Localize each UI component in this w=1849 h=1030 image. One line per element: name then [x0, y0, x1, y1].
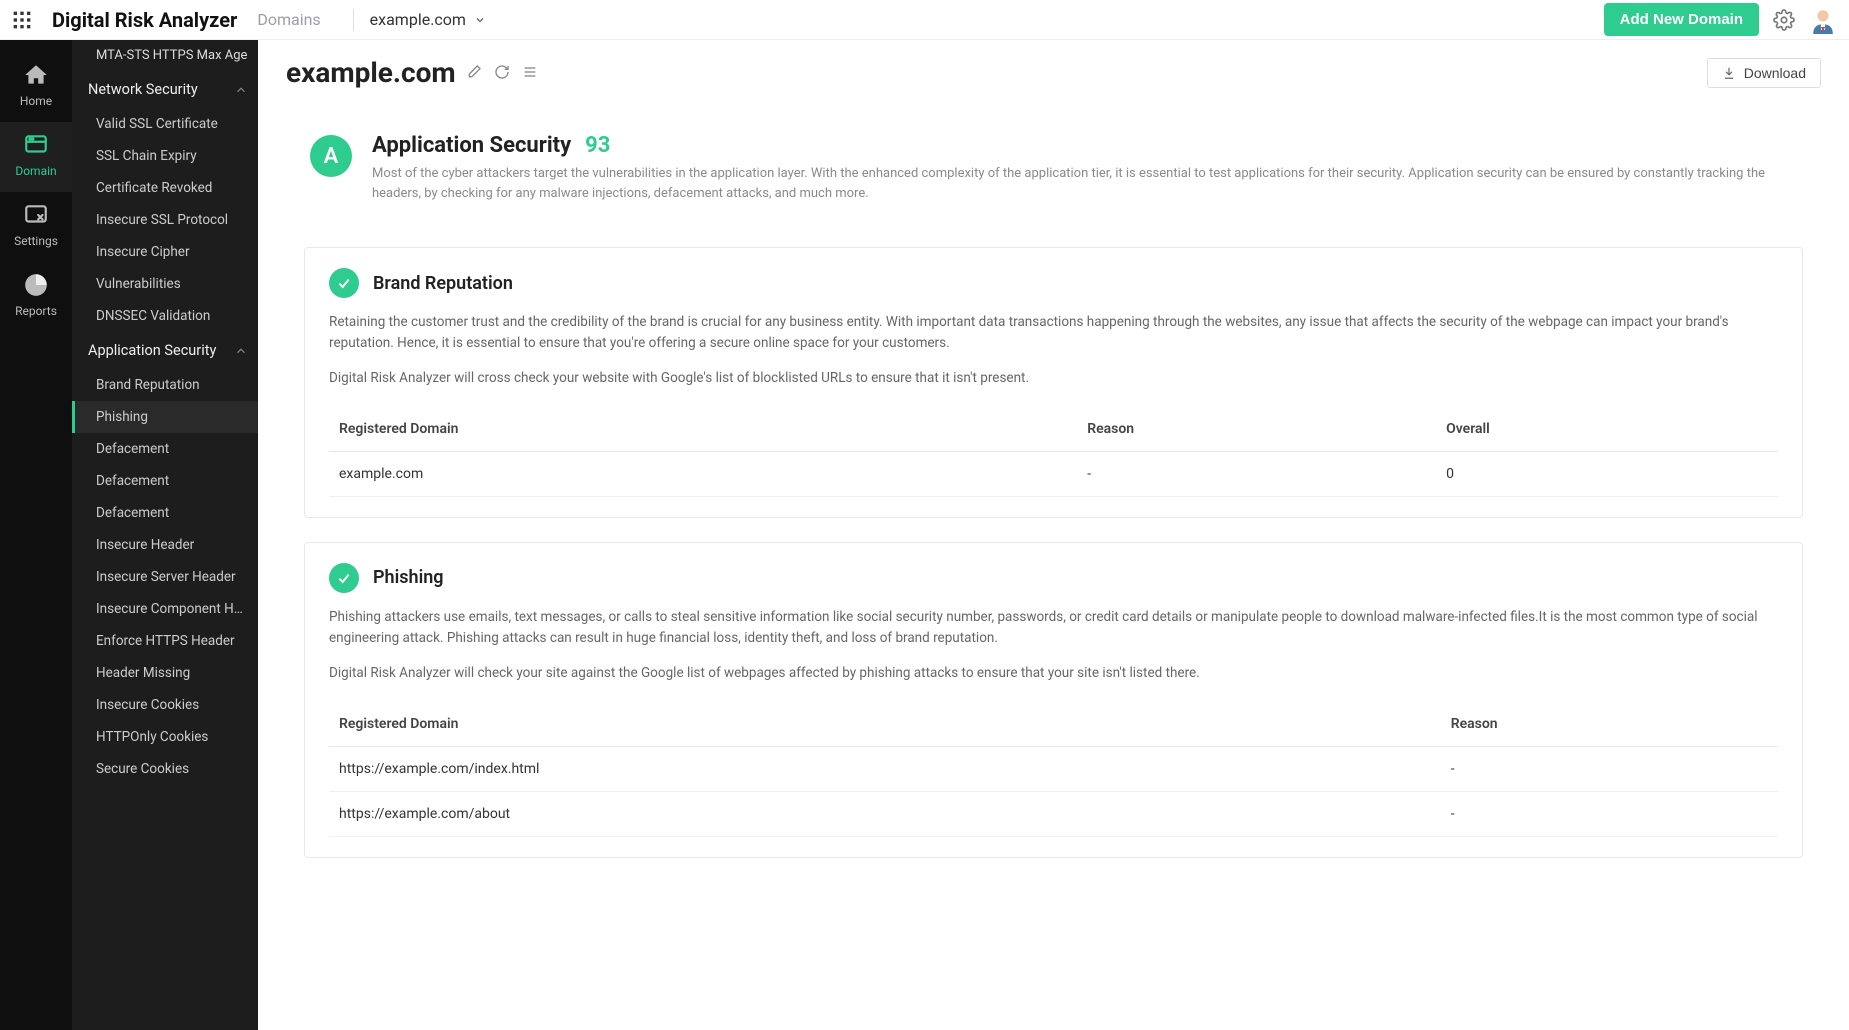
section-table: Registered DomainReasonOverallexample.co…: [329, 407, 1778, 497]
grade-badge: A: [310, 135, 352, 177]
sidebar-group-label: Application Security: [88, 342, 216, 359]
topbar: Digital Risk Analyzer Domains example.co…: [0, 0, 1849, 40]
reports-icon: [23, 272, 49, 298]
sidebar-item-defacement[interactable]: Defacement: [72, 465, 258, 497]
download-button[interactable]: Download: [1707, 58, 1821, 88]
sidebar-group-network-security[interactable]: Network Security: [72, 71, 258, 108]
breadcrumb-separator: [353, 9, 354, 31]
table-header: Reason: [1441, 702, 1778, 747]
check-badge-icon: [329, 563, 359, 593]
table-row: example.com-0: [329, 451, 1778, 496]
edit-icon[interactable]: [466, 64, 484, 82]
breadcrumb[interactable]: Domains: [257, 10, 320, 29]
nav-domain[interactable]: Domain: [0, 122, 72, 192]
table-header: Registered Domain: [329, 702, 1441, 747]
chevron-up-icon: [234, 344, 248, 358]
section-title: Brand Reputation: [373, 273, 513, 294]
nav-settings[interactable]: Settings: [0, 192, 72, 262]
settings-icon: [23, 202, 49, 228]
page-title: example.com: [286, 56, 456, 89]
sidebar-item-vulnerabilities[interactable]: Vulnerabilities: [72, 268, 258, 300]
sidebar-item-certificate-revoked[interactable]: Certificate Revoked: [72, 172, 258, 204]
apps-grid-icon[interactable]: [12, 10, 32, 30]
sidebar-item-defacement[interactable]: Defacement: [72, 497, 258, 529]
gear-icon[interactable]: [1773, 9, 1795, 31]
sidebar-item-brand-reputation[interactable]: Brand Reputation: [72, 369, 258, 401]
sidebar-group-application-security[interactable]: Application Security: [72, 332, 258, 369]
nav-domain-label: Domain: [0, 164, 72, 178]
table-row: https://example.com/index.html-: [329, 746, 1778, 791]
table-row: https://example.com/about-: [329, 791, 1778, 836]
domain-selector-label: example.com: [370, 10, 466, 29]
hero-description: Most of the cyber attackers target the v…: [372, 164, 1797, 203]
table-header: Overall: [1436, 407, 1778, 452]
table-cell: example.com: [329, 451, 1077, 496]
nav-reports[interactable]: Reports: [0, 262, 72, 332]
hero-card: A Application Security 93 Most of the cy…: [286, 113, 1821, 223]
nav-settings-label: Settings: [0, 234, 72, 248]
sidebar-item-phishing[interactable]: Phishing: [72, 401, 258, 433]
sidebar-item-insecure-cookies[interactable]: Insecure Cookies: [72, 689, 258, 721]
add-new-domain-button[interactable]: Add New Domain: [1604, 3, 1759, 36]
download-label: Download: [1744, 65, 1806, 81]
sidebar-item-dnssec-validation[interactable]: DNSSEC Validation: [72, 300, 258, 332]
sidebar[interactable]: MTA-STS HTTPS Max Age Network Security Val…: [72, 40, 258, 1030]
domain-selector[interactable]: example.com: [370, 10, 486, 29]
vertical-nav: Home Domain Settings Reports: [0, 40, 72, 1030]
sidebar-item-insecure-header[interactable]: Insecure Header: [72, 529, 258, 561]
nav-reports-label: Reports: [0, 304, 72, 318]
chevron-down-icon: [474, 14, 486, 26]
sidebar-item-secure-cookies[interactable]: Secure Cookies: [72, 753, 258, 785]
sidebar-item-insecure-component-he-[interactable]: Insecure Component He...: [72, 593, 258, 625]
section-brand-reputation: Brand Reputation Retaining the customer t…: [304, 247, 1803, 518]
user-avatar[interactable]: [1809, 6, 1837, 34]
chevron-up-icon: [234, 83, 248, 97]
sidebar-item-defacement[interactable]: Defacement: [72, 433, 258, 465]
table-cell: https://example.com/about: [329, 791, 1441, 836]
nav-home[interactable]: Home: [0, 52, 72, 122]
table-cell: 0: [1436, 451, 1778, 496]
sidebar-item-valid-ssl-certificate[interactable]: Valid SSL Certificate: [72, 108, 258, 140]
home-icon: [23, 62, 49, 88]
sidebar-item-insecure-server-header[interactable]: Insecure Server Header: [72, 561, 258, 593]
domain-icon: [23, 132, 49, 158]
section-title: Phishing: [373, 567, 444, 588]
brand-title: Digital Risk Analyzer: [52, 8, 237, 32]
table-cell: https://example.com/index.html: [329, 746, 1441, 791]
section-body: Digital Risk Analyzer will cross check y…: [329, 368, 1778, 389]
section-table: Registered DomainReasonhttps://example.c…: [329, 702, 1778, 837]
sidebar-item-partial[interactable]: MTA-STS HTTPS Max Age: [72, 40, 258, 71]
section-body: Digital Risk Analyzer will check your si…: [329, 663, 1778, 684]
download-icon: [1722, 66, 1736, 80]
section-body: Retaining the customer trust and the cre…: [329, 312, 1778, 354]
table-header: Registered Domain: [329, 407, 1077, 452]
sidebar-item-insecure-cipher[interactable]: Insecure Cipher: [72, 236, 258, 268]
sidebar-group-label: Network Security: [88, 81, 198, 98]
sidebar-item-enforce-https-header[interactable]: Enforce HTTPS Header: [72, 625, 258, 657]
list-icon[interactable]: [522, 64, 540, 82]
check-badge-icon: [329, 268, 359, 298]
section-phishing: Phishing Phishing attackers use emails, t…: [304, 542, 1803, 858]
table-cell: -: [1077, 451, 1436, 496]
refresh-icon[interactable]: [494, 64, 512, 82]
sidebar-item-insecure-ssl-protocol[interactable]: Insecure SSL Protocol: [72, 204, 258, 236]
table-cell: -: [1441, 791, 1778, 836]
main-content[interactable]: example.com Download A Applicati: [258, 40, 1849, 1030]
hero-title: Application Security: [372, 133, 571, 158]
sidebar-item-ssl-chain-expiry[interactable]: SSL Chain Expiry: [72, 140, 258, 172]
hero-score: 93: [585, 133, 610, 158]
table-cell: -: [1441, 746, 1778, 791]
sidebar-item-header-missing[interactable]: Header Missing: [72, 657, 258, 689]
table-header: Reason: [1077, 407, 1436, 452]
nav-home-label: Home: [0, 94, 72, 108]
section-body: Phishing attackers use emails, text mess…: [329, 607, 1778, 649]
sidebar-item-httponly-cookies[interactable]: HTTPOnly Cookies: [72, 721, 258, 753]
